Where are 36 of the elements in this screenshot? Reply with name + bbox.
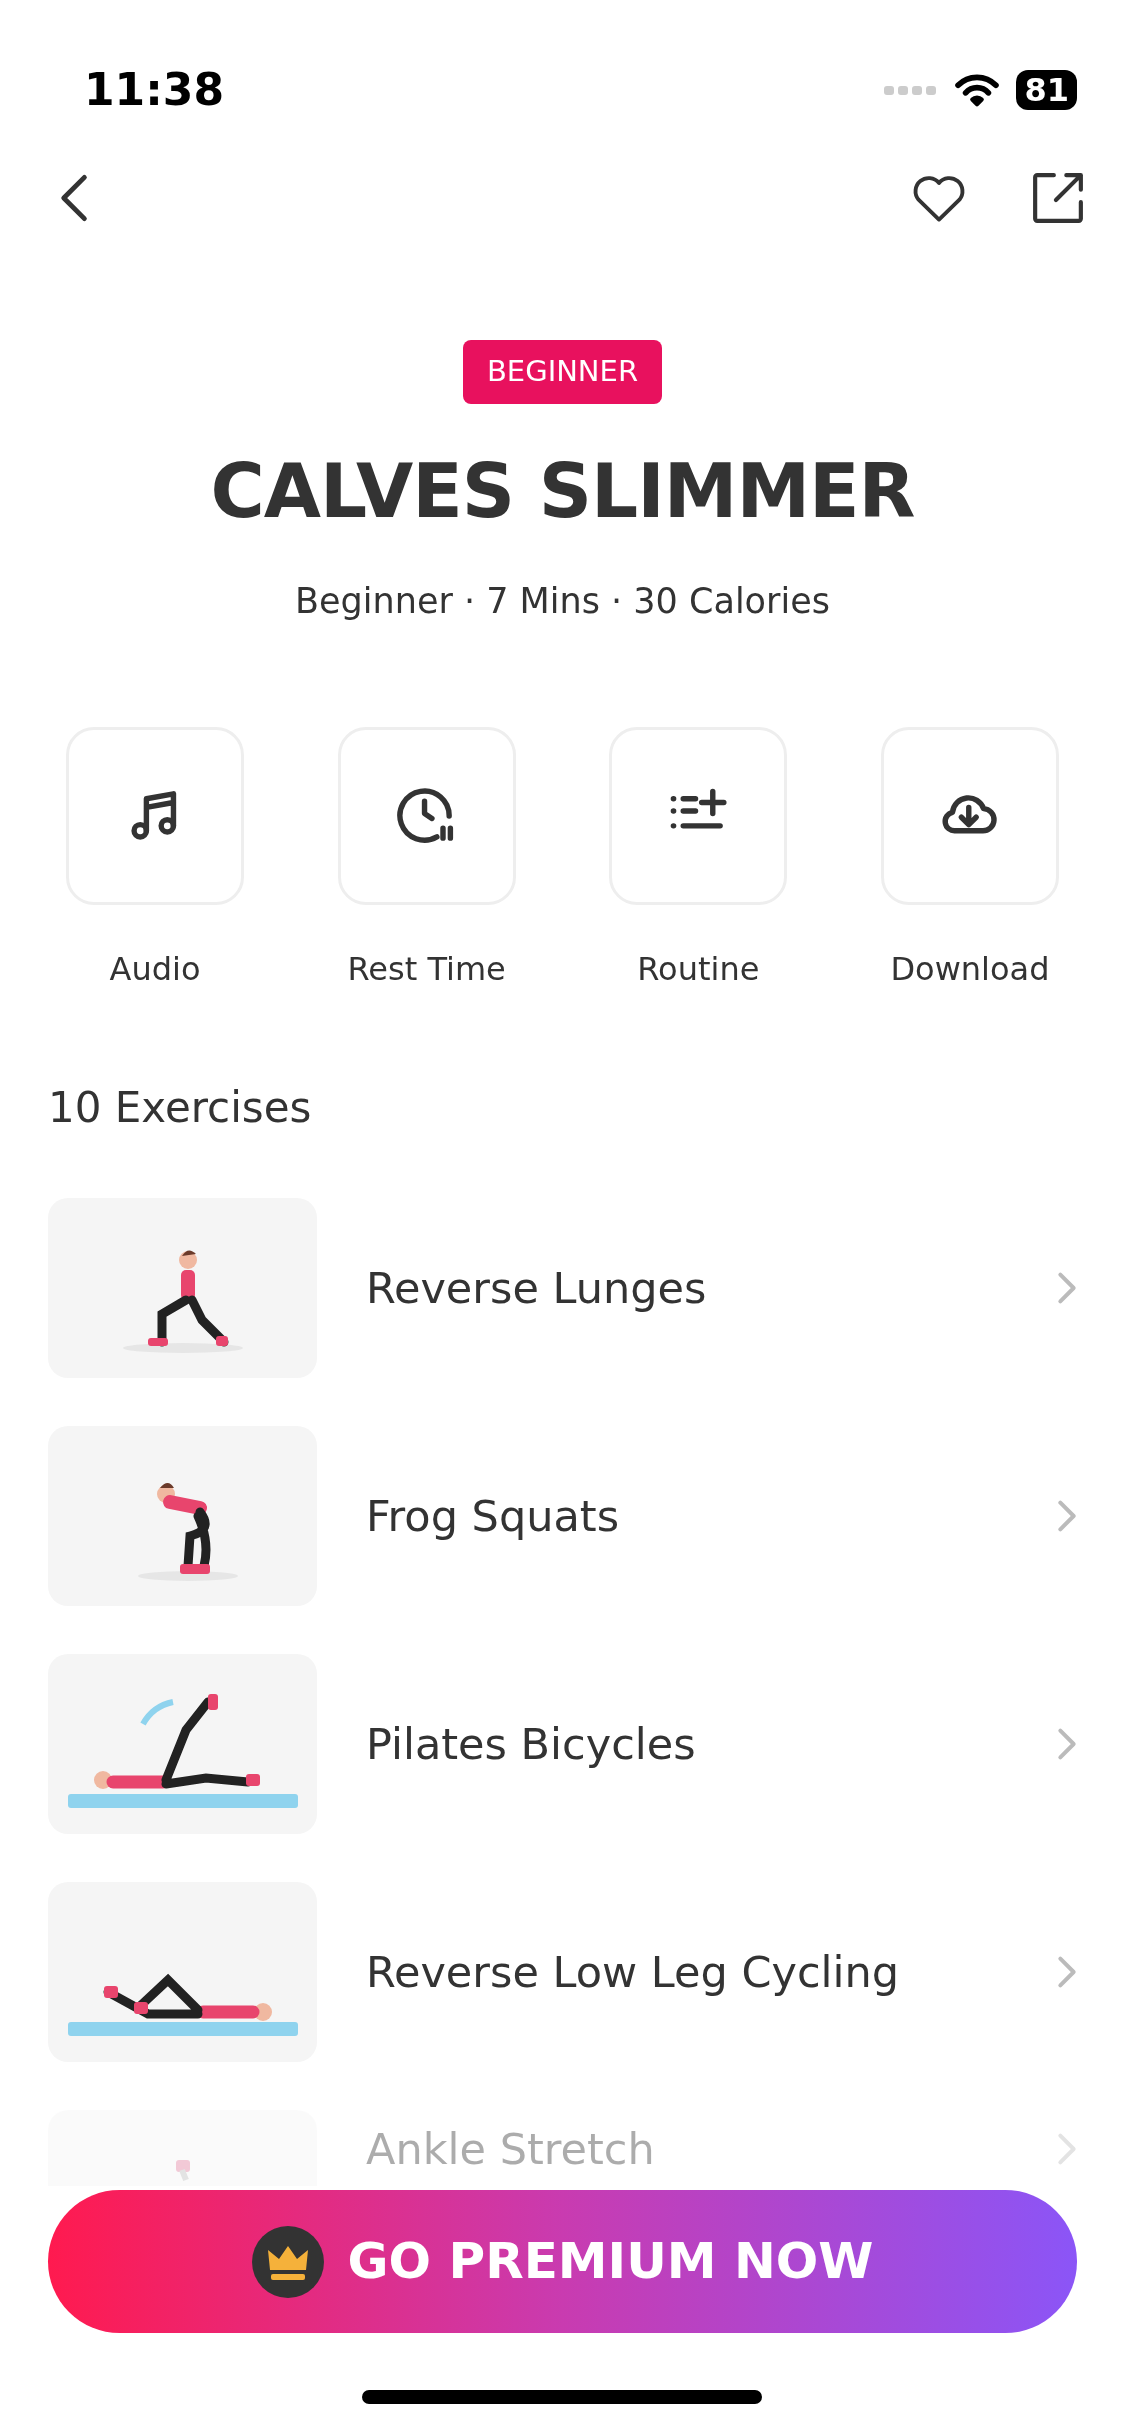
chevron-right-icon — [1057, 1954, 1077, 1989]
back-button[interactable] — [60, 172, 90, 223]
action-label: Download — [890, 948, 1050, 990]
action-label: Routine — [637, 948, 760, 990]
list-button[interactable] — [609, 726, 788, 905]
status-time: 11:38 — [84, 63, 225, 117]
crown-icon — [251, 2225, 324, 2298]
exercise-name: Frog Squats — [366, 1489, 621, 1543]
exercise-row[interactable]: Reverse Low Leg Cycling — [48, 1881, 1077, 2062]
back-icon — [60, 172, 90, 223]
section-heading: 10 Exercises — [47, 1081, 313, 1134]
exercise-row[interactable]: Frog Squats — [48, 1425, 1077, 1606]
music-button[interactable] — [66, 726, 244, 905]
exercise-name: Ankle Stretch — [366, 2125, 656, 2174]
share-button[interactable] — [1031, 170, 1085, 225]
chevron-right-icon — [1057, 1270, 1077, 1305]
exercise-row[interactable]: Pilates Bicycles — [48, 1653, 1077, 1834]
level-tag: BEGINNER — [462, 340, 663, 404]
wifi-icon — [954, 72, 1001, 108]
chevron-right-icon — [1057, 2131, 1077, 2166]
exercise-name: Reverse Low Leg Cycling — [366, 1945, 901, 1999]
signal-icon — [884, 84, 939, 96]
download-button[interactable] — [880, 726, 1059, 905]
share-icon — [1031, 170, 1085, 225]
exercise-name: Pilates Bicycles — [366, 1717, 697, 1771]
battery-level: 81 — [1016, 70, 1077, 110]
workout-title: CALVES SLIMMER — [210, 446, 915, 536]
exercise-name: Reverse Lunges — [366, 1261, 708, 1315]
exercise-row[interactable]: Reverse Lunges — [48, 1197, 1077, 1378]
action-label: Rest Time — [347, 948, 506, 990]
chevron-right-icon — [1057, 1498, 1077, 1533]
premium-button[interactable]: GO PREMIUM NOW — [48, 2190, 1077, 2333]
workout-summary: Beginner · 7 Mins · 30 Calories — [295, 580, 830, 624]
chevron-right-icon — [1057, 1726, 1077, 1761]
action-label: Audio — [109, 948, 201, 990]
timer-button[interactable] — [337, 726, 516, 905]
